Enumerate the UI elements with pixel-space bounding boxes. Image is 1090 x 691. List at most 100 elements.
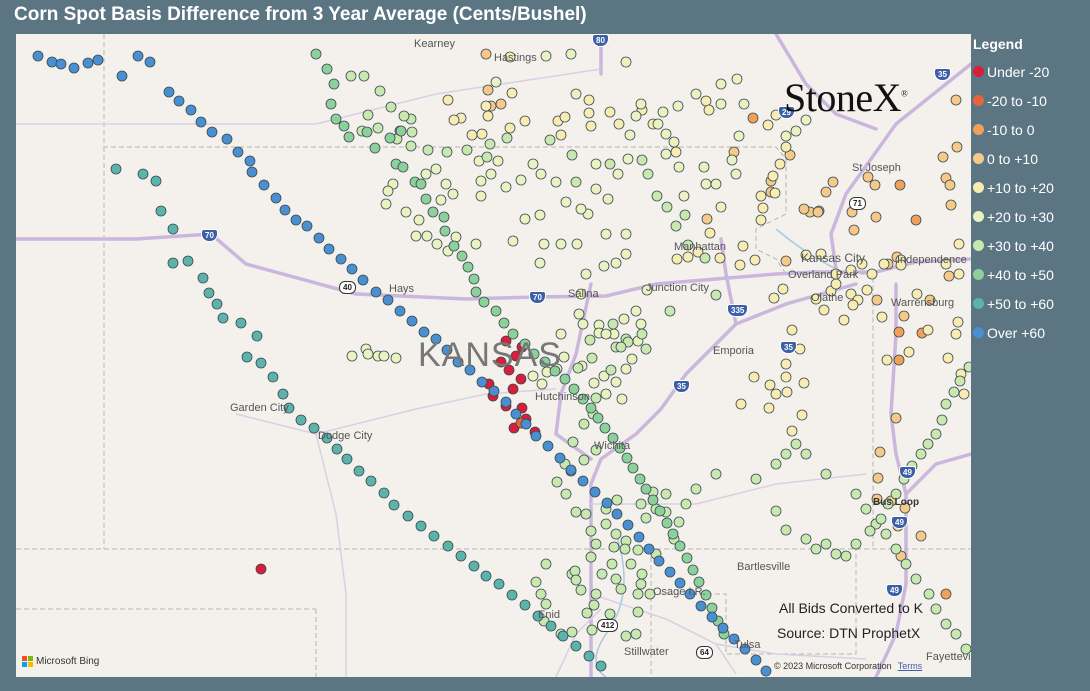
station-marker[interactable] — [588, 599, 600, 611]
station-marker[interactable] — [255, 563, 267, 575]
station-marker[interactable] — [596, 568, 608, 580]
station-marker[interactable] — [565, 464, 577, 476]
station-marker[interactable] — [378, 350, 390, 362]
station-marker[interactable] — [258, 179, 270, 191]
station-marker[interactable] — [682, 251, 694, 263]
station-marker[interactable] — [664, 305, 676, 317]
station-marker[interactable] — [540, 598, 552, 610]
station-marker[interactable] — [476, 128, 488, 140]
station-marker[interactable] — [679, 209, 691, 221]
station-marker[interactable] — [583, 107, 595, 119]
station-marker[interactable] — [640, 343, 652, 355]
station-marker[interactable] — [338, 120, 350, 132]
station-marker[interactable] — [500, 396, 512, 408]
station-marker[interactable] — [382, 294, 394, 306]
station-marker[interactable] — [860, 503, 872, 515]
station-marker[interactable] — [774, 158, 786, 170]
station-marker[interactable] — [182, 255, 194, 267]
station-marker[interactable] — [930, 603, 942, 615]
station-marker[interactable] — [848, 224, 860, 236]
station-marker[interactable] — [435, 194, 447, 206]
station-marker[interactable] — [470, 286, 482, 298]
station-marker[interactable] — [661, 517, 673, 529]
station-marker[interactable] — [301, 220, 313, 232]
station-marker[interactable] — [428, 530, 440, 542]
station-marker[interactable] — [615, 341, 627, 353]
station-marker[interactable] — [554, 452, 566, 464]
station-marker[interactable] — [620, 56, 632, 68]
station-marker[interactable] — [203, 287, 215, 299]
station-marker[interactable] — [667, 528, 679, 540]
station-marker[interactable] — [930, 428, 942, 440]
station-marker[interactable] — [780, 371, 792, 383]
station-marker[interactable] — [92, 54, 104, 66]
station-marker[interactable] — [572, 362, 584, 374]
station-marker[interactable] — [635, 318, 647, 330]
station-marker[interactable] — [520, 418, 532, 430]
station-marker[interactable] — [820, 186, 832, 198]
station-marker[interactable] — [780, 448, 792, 460]
station-marker[interactable] — [700, 178, 712, 190]
station-marker[interactable] — [540, 558, 552, 570]
station-marker[interactable] — [770, 388, 782, 400]
station-marker[interactable] — [211, 298, 223, 310]
station-marker[interactable] — [796, 409, 808, 421]
legend-item[interactable]: Over +60 — [973, 318, 1088, 347]
station-marker[interactable] — [717, 622, 729, 634]
station-marker[interactable] — [137, 168, 149, 180]
station-marker[interactable] — [569, 565, 581, 577]
station-marker[interactable] — [244, 155, 256, 167]
legend-item[interactable]: +20 to +30 — [973, 202, 1088, 231]
station-marker[interactable] — [466, 129, 478, 141]
station-marker[interactable] — [584, 334, 596, 346]
station-marker[interactable] — [374, 85, 386, 97]
station-marker[interactable] — [710, 178, 722, 190]
station-marker[interactable] — [747, 112, 759, 124]
station-marker[interactable] — [571, 238, 583, 250]
station-marker[interactable] — [585, 525, 597, 537]
station-marker[interactable] — [583, 94, 595, 106]
station-marker[interactable] — [661, 201, 673, 213]
station-marker[interactable] — [950, 94, 962, 106]
station-marker[interactable] — [132, 50, 144, 62]
station-marker[interactable] — [672, 100, 684, 112]
station-marker[interactable] — [450, 231, 462, 243]
station-marker[interactable] — [757, 202, 769, 214]
station-marker[interactable] — [448, 114, 460, 126]
station-marker[interactable] — [706, 602, 718, 614]
station-marker[interactable] — [953, 238, 965, 250]
station-marker[interactable] — [544, 134, 556, 146]
legend-item[interactable]: +30 to +40 — [973, 231, 1088, 260]
station-marker[interactable] — [620, 248, 632, 260]
station-marker[interactable] — [495, 98, 507, 110]
station-marker[interactable] — [651, 190, 663, 202]
station-marker[interactable] — [690, 483, 702, 495]
station-marker[interactable] — [715, 201, 727, 213]
station-marker[interactable] — [604, 106, 616, 118]
station-marker[interactable] — [555, 129, 567, 141]
station-marker[interactable] — [395, 125, 407, 137]
station-marker[interactable] — [948, 386, 960, 398]
station-marker[interactable] — [922, 324, 934, 336]
station-marker[interactable] — [762, 119, 774, 131]
station-marker[interactable] — [599, 422, 611, 434]
station-marker[interactable] — [493, 578, 505, 590]
station-marker[interactable] — [570, 506, 582, 518]
station-marker[interactable] — [155, 205, 167, 217]
station-marker[interactable] — [945, 199, 957, 211]
station-marker[interactable] — [636, 328, 648, 340]
station-marker[interactable] — [871, 294, 883, 306]
station-marker[interactable] — [163, 86, 175, 98]
station-marker[interactable] — [430, 163, 442, 175]
station-marker[interactable] — [733, 130, 745, 142]
station-marker[interactable] — [600, 228, 612, 240]
station-marker[interactable] — [578, 418, 590, 430]
station-marker[interactable] — [790, 438, 802, 450]
station-marker[interactable] — [602, 193, 614, 205]
station-marker[interactable] — [673, 161, 685, 173]
station-marker[interactable] — [515, 174, 527, 186]
station-marker[interactable] — [611, 494, 623, 506]
station-marker[interactable] — [699, 252, 711, 264]
station-marker[interactable] — [235, 317, 247, 329]
station-marker[interactable] — [415, 520, 427, 532]
